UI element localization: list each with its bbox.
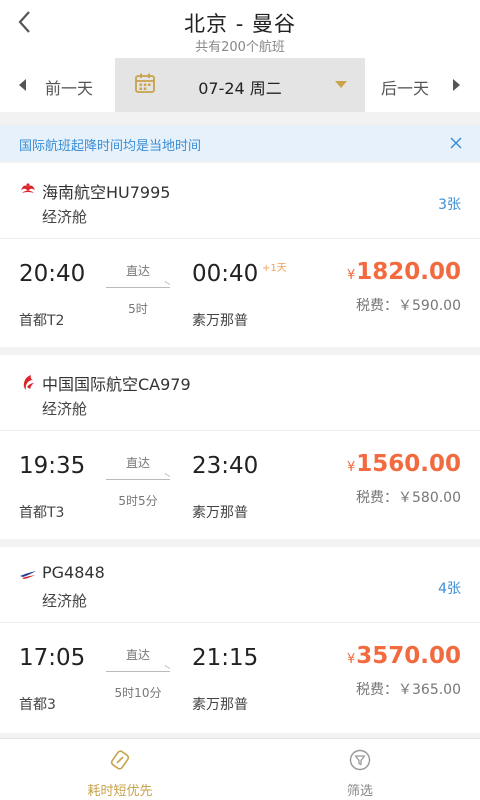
selected-date: 07-24 周二 — [198, 79, 282, 98]
currency-symbol: ¥ — [346, 268, 356, 283]
header: 北京 - 曼谷 共有200个航班 — [0, 0, 480, 58]
arrival-time: 00:40 — [192, 261, 259, 287]
currency-symbol: ¥ — [346, 460, 356, 475]
flight-duration: 5时 — [128, 302, 148, 316]
prev-day-button[interactable]: 前一天 — [0, 58, 115, 112]
filter-tab[interactable]: 筛选 — [240, 739, 480, 800]
next-day-button[interactable]: 后一天 — [365, 58, 480, 112]
route-arrow-icon — [106, 479, 170, 480]
page-title: 北京 - 曼谷 — [184, 12, 296, 36]
triangle-right-icon — [453, 79, 460, 91]
tax-fee: 税费：￥580.00 — [356, 490, 461, 506]
departure-time: 17:05 — [19, 645, 86, 671]
departure-airport: 首都T2 — [19, 313, 65, 329]
sort-by-duration-tab[interactable]: 耗时短优先 — [0, 739, 240, 800]
price-value: 1560.00 — [356, 451, 461, 477]
sort-tab-label: 耗时短优先 — [87, 784, 153, 799]
hainan-airlines-logo-icon — [21, 183, 35, 193]
arrival-airport: 素万那普 — [192, 697, 248, 713]
price-value: 3570.00 — [356, 643, 461, 669]
airline-row: 中国国际航空CA979 经济舱 — [0, 355, 480, 431]
bottom-tab-bar: 耗时短优先 筛选 — [0, 738, 480, 800]
flight-count: 共有200个航班 — [195, 40, 285, 55]
departure-time: 20:40 — [19, 261, 86, 287]
notice-text: 国际航班起降时间均是当地时间 — [19, 139, 202, 154]
close-icon[interactable] — [448, 135, 464, 151]
direct-flight-label: 直达 — [125, 264, 150, 278]
cabin-class: 经济舱 — [42, 400, 88, 418]
currency-symbol: ¥ — [346, 652, 356, 667]
price-value: 1820.00 — [356, 259, 461, 285]
tax-fee: 税费：￥365.00 — [356, 682, 461, 698]
departure-airport: 首都3 — [19, 697, 56, 713]
tax-fee: 税费：￥590.00 — [356, 298, 461, 314]
filter-tab-label: 筛选 — [346, 784, 373, 799]
cabin-class: 经济舱 — [42, 208, 88, 226]
arrival-time: 21:15 — [192, 645, 259, 671]
airline-name: PG4848 — [42, 563, 105, 582]
dropdown-caret-icon — [335, 81, 347, 88]
triangle-left-icon — [19, 79, 26, 91]
date-picker-button[interactable]: 07-24 周二 — [115, 58, 365, 112]
direct-flight-label: 直达 — [125, 456, 150, 470]
route-arrow-icon — [106, 671, 170, 672]
airline-name: 中国国际航空CA979 — [42, 375, 191, 394]
bangkok-airways-logo-icon — [20, 571, 36, 579]
date-selector-bar: 前一天 07-24 周二 后一天 — [0, 58, 480, 112]
flight-card[interactable]: 中国国际航空CA979 经济舱 19:35 首都T3 直达 5时5分 23:40… — [0, 355, 480, 539]
airline-row: 海南航空HU7995 经济舱 3张 — [0, 163, 480, 239]
departure-airport: 首都T3 — [19, 505, 65, 521]
filter-funnel-icon — [349, 749, 371, 771]
arrival-airport: 素万那普 — [192, 313, 248, 329]
local-time-notice: 国际航班起降时间均是当地时间 — [0, 125, 480, 161]
next-day-label: 后一天 — [381, 79, 430, 98]
seats-left: 3张 — [438, 197, 461, 213]
next-day-badge: +1天 — [262, 263, 287, 274]
prev-day-label: 前一天 — [45, 79, 94, 98]
flight-duration: 5时5分 — [118, 494, 158, 508]
airline-row: PG4848 经济舱 4张 — [0, 547, 480, 623]
departure-time: 19:35 — [19, 453, 86, 479]
arrival-time: 23:40 — [192, 453, 259, 479]
route-arrow-icon — [106, 287, 170, 288]
flight-card[interactable]: 海南航空HU7995 经济舱 3张 20:40 首都T2 直达 5时 00:40… — [0, 163, 480, 347]
flight-card[interactable]: PG4848 经济舱 4张 17:05 首都3 直达 5时10分 21:15 素… — [0, 547, 480, 733]
flight-duration: 5时10分 — [114, 686, 162, 700]
air-china-phoenix-logo-icon — [23, 375, 34, 390]
direct-flight-label: 直达 — [125, 648, 150, 662]
arrival-airport: 素万那普 — [192, 505, 248, 521]
price: ¥1820.00 — [347, 259, 461, 285]
airline-name: 海南航空HU7995 — [42, 183, 171, 202]
price: ¥1560.00 — [347, 451, 461, 477]
price: ¥3570.00 — [347, 643, 461, 669]
seats-left: 4张 — [438, 581, 461, 597]
duration-sort-icon — [110, 750, 130, 770]
cabin-class: 经济舱 — [42, 592, 88, 610]
